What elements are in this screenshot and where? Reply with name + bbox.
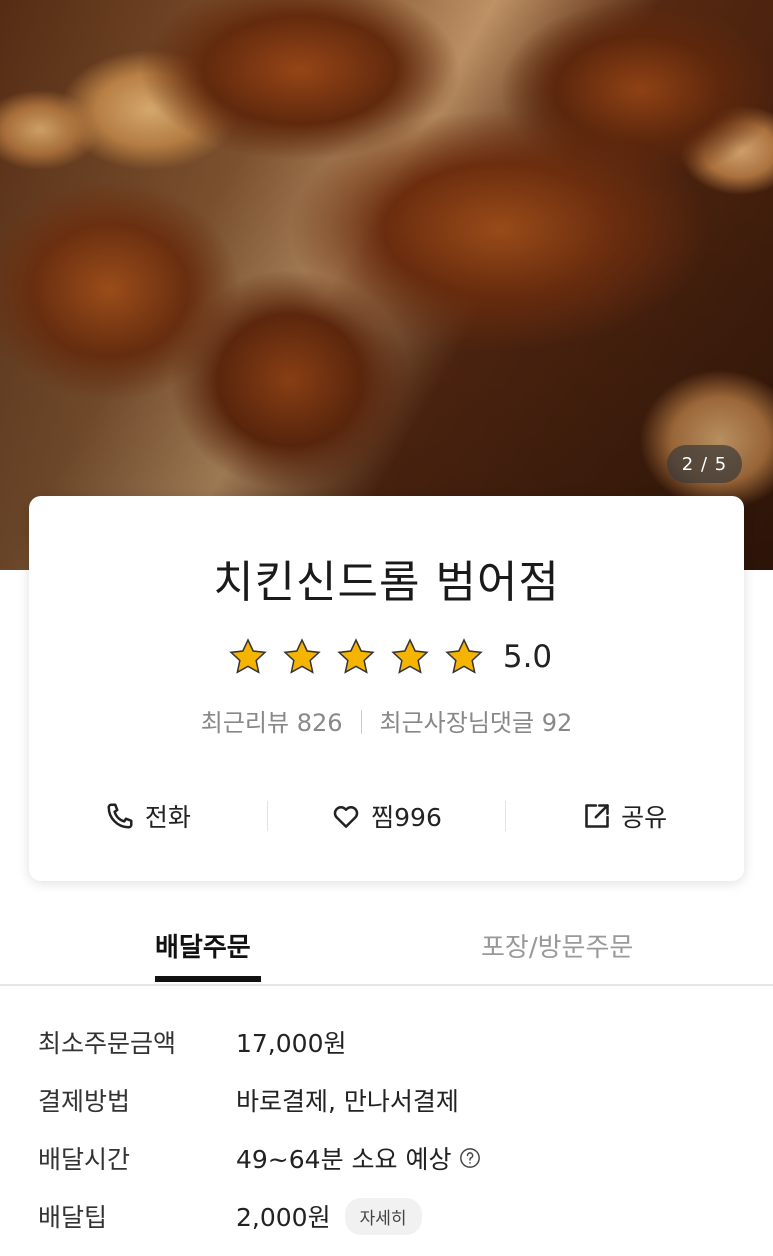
share-label: 공유 bbox=[621, 803, 668, 832]
payment-label: 결제방법 bbox=[38, 1087, 131, 1116]
like-label: 찜996 bbox=[371, 803, 442, 832]
action-bar: 전화 찜996 공유 bbox=[29, 786, 744, 846]
payment-row: 결제방법 바로결제, 만나서결제 bbox=[38, 1080, 459, 1120]
owner-replies-link[interactable]: 최근사장님댓글 92 bbox=[380, 709, 573, 737]
rating-row: 5.0 bbox=[29, 632, 744, 682]
star-icon bbox=[283, 638, 321, 674]
star-icon bbox=[445, 638, 483, 674]
store-name: 치킨신드롬 범어점 bbox=[213, 557, 560, 608]
star-icon bbox=[337, 638, 375, 674]
delivery-tip-row: 배달팁 2,000원 자세히 bbox=[38, 1196, 422, 1236]
payment-value: 바로결제, 만나서결제 bbox=[236, 1087, 459, 1116]
min-order-label: 최소주문금액 bbox=[38, 1029, 177, 1058]
order-type-tabs: 배달주문 포장/방문주문 bbox=[0, 905, 773, 985]
tab-delivery-order[interactable]: 배달주문 bbox=[155, 927, 251, 964]
star-icon bbox=[229, 638, 267, 674]
tab-pickup-order[interactable]: 포장/방문주문 bbox=[481, 927, 633, 964]
help-icon[interactable] bbox=[459, 1147, 481, 1169]
rating-score: 5.0 bbox=[502, 639, 553, 675]
share-button[interactable]: 공유 bbox=[506, 786, 744, 846]
delivery-tip-label: 배달팁 bbox=[38, 1203, 108, 1232]
call-label: 전화 bbox=[144, 803, 191, 832]
heart-icon bbox=[333, 806, 359, 828]
store-info-card: 치킨신드롬 범어점 5.0 최근리뷰 826 최근사장님댓글 92 전화 찜996… bbox=[29, 496, 744, 881]
delivery-tip-detail-button[interactable]: 자세히 bbox=[344, 1197, 422, 1235]
delivery-time-row: 배달시간 49~64분 소요 예상 bbox=[38, 1138, 481, 1178]
active-tab-indicator bbox=[155, 976, 261, 982]
delivery-tip-amount: 2,000원 bbox=[236, 1203, 331, 1232]
call-button[interactable]: 전화 bbox=[29, 786, 267, 846]
review-stats: 최근리뷰 826 최근사장님댓글 92 bbox=[29, 703, 744, 738]
divider bbox=[360, 710, 362, 734]
phone-icon bbox=[107, 803, 133, 829]
delivery-time-label: 배달시간 bbox=[38, 1145, 131, 1174]
star-icon bbox=[391, 638, 429, 674]
tabs-divider bbox=[0, 984, 773, 986]
min-order-row: 최소주문금액 17,000원 bbox=[38, 1022, 346, 1062]
share-icon bbox=[585, 804, 609, 828]
delivery-time-value: 49~64분 소요 예상 bbox=[236, 1140, 481, 1176]
min-order-value: 17,000원 bbox=[236, 1029, 347, 1058]
recent-reviews-link[interactable]: 최근리뷰 826 bbox=[201, 709, 343, 737]
image-counter: 2 / 5 bbox=[667, 445, 742, 483]
store-hero-image[interactable]: 2 / 5 bbox=[0, 0, 773, 570]
delivery-tip-value: 2,000원 자세히 bbox=[236, 1197, 422, 1235]
hero-shade bbox=[0, 0, 773, 570]
delivery-time-text: 49~64분 소요 예상 bbox=[236, 1145, 452, 1174]
like-button[interactable]: 찜996 bbox=[268, 786, 506, 846]
